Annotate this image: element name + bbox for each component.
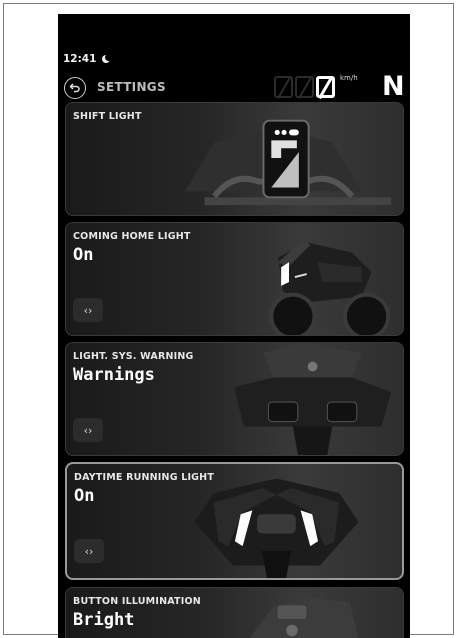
setting-label: COMING HOME LIGHT — [73, 231, 191, 242]
setting-value: Bright — [73, 610, 135, 630]
speed-digit-ones — [316, 76, 335, 98]
page-title: SETTINGS — [97, 80, 166, 94]
setting-label: SHIFT LIGHT — [73, 111, 142, 122]
setting-toggle-button[interactable]: ‹› — [74, 539, 104, 563]
setting-card-light-sys-warning[interactable]: LIGHT. SYS. WARNING Warnings ‹› — [65, 342, 404, 456]
moon-icon — [102, 53, 113, 64]
speed-digit-hundreds — [274, 76, 293, 98]
setting-card-daytime-running-light[interactable]: DAYTIME RUNNING LIGHT On ‹› — [65, 462, 404, 580]
setting-value: Warnings — [73, 365, 155, 385]
gear-indicator: N — [382, 71, 405, 102]
setting-card-coming-home-light[interactable]: COMING HOME LIGHT On ‹› — [65, 222, 404, 336]
setting-card-button-illumination[interactable]: BUTTON ILLUMINATION Bright — [65, 587, 404, 638]
header: SETTINGS km/h N — [64, 71, 408, 102]
status-bar: 12:41 — [63, 53, 113, 65]
dashboard-screen: 12:41 SETTINGS km/h N SHIFT LIGHT COMING… — [58, 14, 410, 638]
setting-label: LIGHT. SYS. WARNING — [73, 351, 194, 362]
setting-toggle-button[interactable]: ‹› — [73, 418, 103, 442]
speedometer — [274, 76, 335, 98]
setting-label: DAYTIME RUNNING LIGHT — [74, 472, 215, 483]
speed-digit-tens — [295, 76, 314, 98]
speed-unit: km/h — [340, 74, 358, 82]
setting-value: On — [74, 486, 95, 506]
setting-value: On — [73, 245, 94, 265]
back-button[interactable] — [64, 77, 86, 99]
setting-card-shift-light[interactable]: SHIFT LIGHT — [65, 102, 404, 216]
setting-toggle-button[interactable]: ‹› — [73, 298, 103, 322]
clock: 12:41 — [63, 53, 97, 65]
setting-label: BUTTON ILLUMINATION — [73, 596, 201, 607]
back-arrow-icon — [69, 83, 80, 93]
